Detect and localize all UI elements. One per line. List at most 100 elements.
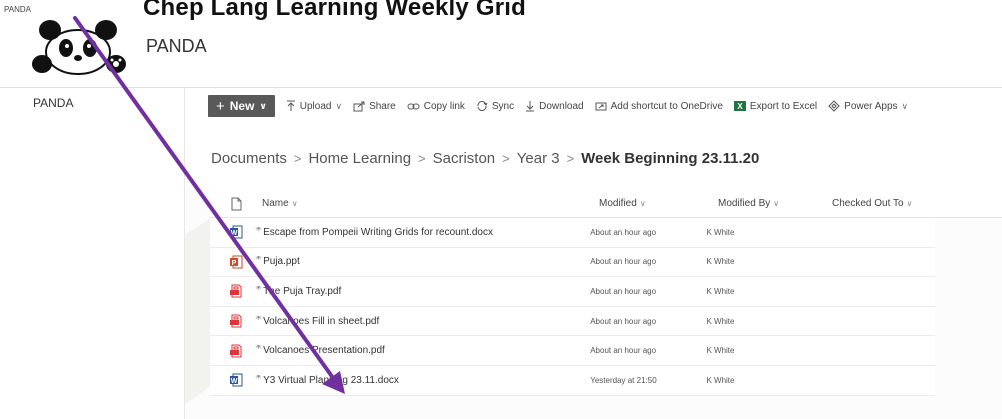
breadcrumb-sacriston[interactable]: Sacriston bbox=[433, 150, 496, 167]
file-name-link[interactable]: Volcanoes Fill in sheet.pdf bbox=[261, 316, 379, 327]
chevron-down-icon: ∨ bbox=[906, 199, 913, 208]
file-row[interactable]: ✳ Volcanoes Fill in sheet.pdf About an hou… bbox=[210, 306, 935, 337]
modified-cell: Yesterday at 21:50 bbox=[590, 375, 657, 385]
download-icon bbox=[526, 101, 535, 112]
sync-button[interactable]: Sync bbox=[476, 100, 514, 112]
copy-link-button[interactable]: Copy link bbox=[407, 101, 465, 112]
file-row[interactable]: ✳ The Puja Tray.pdf About an hour ago K Whi… bbox=[210, 277, 935, 307]
checked-out-column-header[interactable]: Checked Out To ∨ bbox=[832, 198, 952, 209]
file-icon-cell[interactable]: P bbox=[216, 255, 255, 269]
file-row[interactable]: P ✳ Puja.ppt About an hour ago K White bbox=[210, 247, 935, 278]
modified-by-cell[interactable]: K White bbox=[706, 346, 817, 355]
file-name-cell[interactable]: ✳ The Puja Tray.pdf bbox=[255, 286, 590, 297]
new-item-icon: ✳ bbox=[255, 226, 262, 233]
leftnav-item-panda[interactable]: PANDA bbox=[33, 96, 73, 110]
upload-icon bbox=[286, 100, 295, 111]
new-button[interactable]: + New ∨ bbox=[208, 95, 275, 117]
upload-button[interactable]: Upload ∨ bbox=[286, 100, 342, 112]
breadcrumb-year-3[interactable]: Year 3 bbox=[517, 150, 560, 167]
file-icon-cell[interactable] bbox=[216, 344, 255, 358]
new-button-label: New bbox=[229, 99, 255, 113]
file-name-cell[interactable]: ✳ Volcanoes Fill in sheet.pdf bbox=[255, 316, 590, 327]
file-icon-cell[interactable]: W bbox=[216, 225, 255, 239]
modified-header-label: Modified bbox=[599, 198, 637, 209]
word-file-icon: W bbox=[229, 373, 243, 387]
chevron-down-icon: ∨ bbox=[335, 100, 343, 111]
checked-out-header-label: Checked Out To bbox=[832, 198, 904, 209]
sync-label: Sync bbox=[491, 100, 515, 112]
modified-by-cell[interactable]: K White bbox=[706, 376, 817, 385]
share-icon bbox=[353, 101, 365, 111]
add-shortcut-label: Add shortcut to OneDrive bbox=[610, 100, 723, 112]
shortcut-icon bbox=[595, 102, 607, 110]
power-apps-button[interactable]: Power Apps ∨ bbox=[828, 100, 908, 112]
panda-logo bbox=[32, 20, 126, 75]
file-icon-cell[interactable] bbox=[216, 314, 255, 328]
power-apps-icon bbox=[828, 100, 840, 112]
breadcrumb-documents[interactable]: Documents bbox=[211, 150, 287, 167]
breadcrumb-separator-icon: > bbox=[418, 151, 426, 166]
svg-text:W: W bbox=[230, 230, 237, 237]
new-item-icon: ✳ bbox=[255, 285, 262, 292]
modified-cell: About an hour ago bbox=[590, 316, 657, 326]
modified-cell: About an hour ago bbox=[590, 346, 657, 356]
name-column-header[interactable]: Name ∨ bbox=[256, 198, 599, 209]
modified-by-cell[interactable]: K White bbox=[706, 257, 817, 266]
pdf-file-icon bbox=[229, 314, 242, 328]
new-item-icon: ✳ bbox=[255, 374, 262, 381]
new-item-icon: ✳ bbox=[255, 345, 262, 352]
file-name-link[interactable]: The Puja Tray.pdf bbox=[261, 286, 341, 297]
copy-link-label: Copy link bbox=[423, 100, 465, 112]
modified-by-column-header[interactable]: Modified By ∨ bbox=[718, 198, 832, 209]
document-icon bbox=[231, 197, 241, 210]
file-list: Name ∨ Modified ∨ Modified By ∨ Checked Out… bbox=[210, 190, 1002, 396]
breadcrumb-separator-icon: > bbox=[502, 151, 510, 166]
modified-by-header-label: Modified By bbox=[718, 198, 771, 209]
file-name-cell[interactable]: ✳ Volcanoes Presentation.pdf bbox=[255, 345, 590, 356]
overlay-title: Chep Lang Learning Weekly Grid bbox=[143, 0, 526, 21]
modified-cell: About an hour ago bbox=[590, 257, 657, 267]
file-icon-cell[interactable] bbox=[216, 284, 255, 298]
export-excel-button[interactable]: X Export to Excel bbox=[733, 100, 817, 112]
new-item-icon: ✳ bbox=[255, 315, 262, 322]
chevron-down-icon: ∨ bbox=[901, 100, 909, 111]
download-button[interactable]: Download bbox=[525, 100, 584, 112]
chevron-down-icon: ∨ bbox=[291, 199, 298, 208]
file-row[interactable]: ✳ Volcanoes Presentation.pdf About an hour… bbox=[210, 336, 935, 366]
file-name-cell[interactable]: ✳ Y3 Virtual Planning 23.11.docx bbox=[255, 375, 590, 386]
name-header-label: Name bbox=[262, 198, 289, 209]
site-name[interactable]: PANDA bbox=[146, 36, 207, 57]
breadcrumb-separator-icon: > bbox=[293, 151, 302, 166]
link-icon bbox=[407, 103, 420, 109]
modified-by-cell[interactable]: K White bbox=[706, 317, 817, 326]
file-name-cell[interactable]: ✳ Puja.ppt bbox=[255, 256, 590, 267]
breadcrumb: Documents > Home Learning > Sacriston > … bbox=[211, 150, 759, 167]
file-name-link[interactable]: Volcanoes Presentation.pdf bbox=[261, 345, 385, 356]
new-item-icon: ✳ bbox=[255, 256, 262, 263]
powerpoint-file-icon: P bbox=[229, 255, 243, 269]
file-name-cell[interactable]: ✳ Escape from Pompeii Writing Grids for r… bbox=[255, 227, 590, 238]
modified-by-cell[interactable]: K White bbox=[706, 228, 817, 237]
modified-cell: About an hour ago bbox=[590, 286, 657, 296]
file-row[interactable]: W ✳ Escape from Pompeii Writing Grids for … bbox=[210, 218, 935, 248]
power-apps-label: Power Apps bbox=[844, 100, 898, 112]
file-row[interactable]: W ✳ Y3 Virtual Planning 23.11.docx Yesterda… bbox=[210, 365, 935, 396]
breadcrumb-home-learning[interactable]: Home Learning bbox=[308, 150, 411, 167]
file-name-link[interactable]: Y3 Virtual Planning 23.11.docx bbox=[261, 375, 399, 386]
file-icon-cell[interactable]: W bbox=[216, 373, 255, 387]
svg-text:P: P bbox=[231, 260, 236, 267]
file-name-link[interactable]: Puja.ppt bbox=[261, 256, 300, 267]
breadcrumb-current-folder: Week Beginning 23.11.20 bbox=[581, 150, 760, 167]
pdf-file-icon bbox=[229, 284, 242, 298]
file-type-column-header[interactable] bbox=[216, 197, 256, 211]
file-name-link[interactable]: Escape from Pompeii Writing Grids for re… bbox=[261, 227, 493, 238]
sync-icon bbox=[477, 101, 488, 111]
chevron-down-icon: ∨ bbox=[639, 199, 646, 208]
modified-column-header[interactable]: Modified ∨ bbox=[599, 198, 718, 209]
chevron-down-icon: ∨ bbox=[259, 100, 267, 111]
svg-text:W: W bbox=[230, 378, 237, 385]
add-shortcut-button[interactable]: Add shortcut to OneDrive bbox=[595, 101, 723, 112]
list-header: Name ∨ Modified ∨ Modified By ∨ Checked Out… bbox=[210, 190, 1002, 218]
modified-by-cell[interactable]: K White bbox=[706, 287, 817, 296]
share-button[interactable]: Share bbox=[353, 101, 396, 112]
